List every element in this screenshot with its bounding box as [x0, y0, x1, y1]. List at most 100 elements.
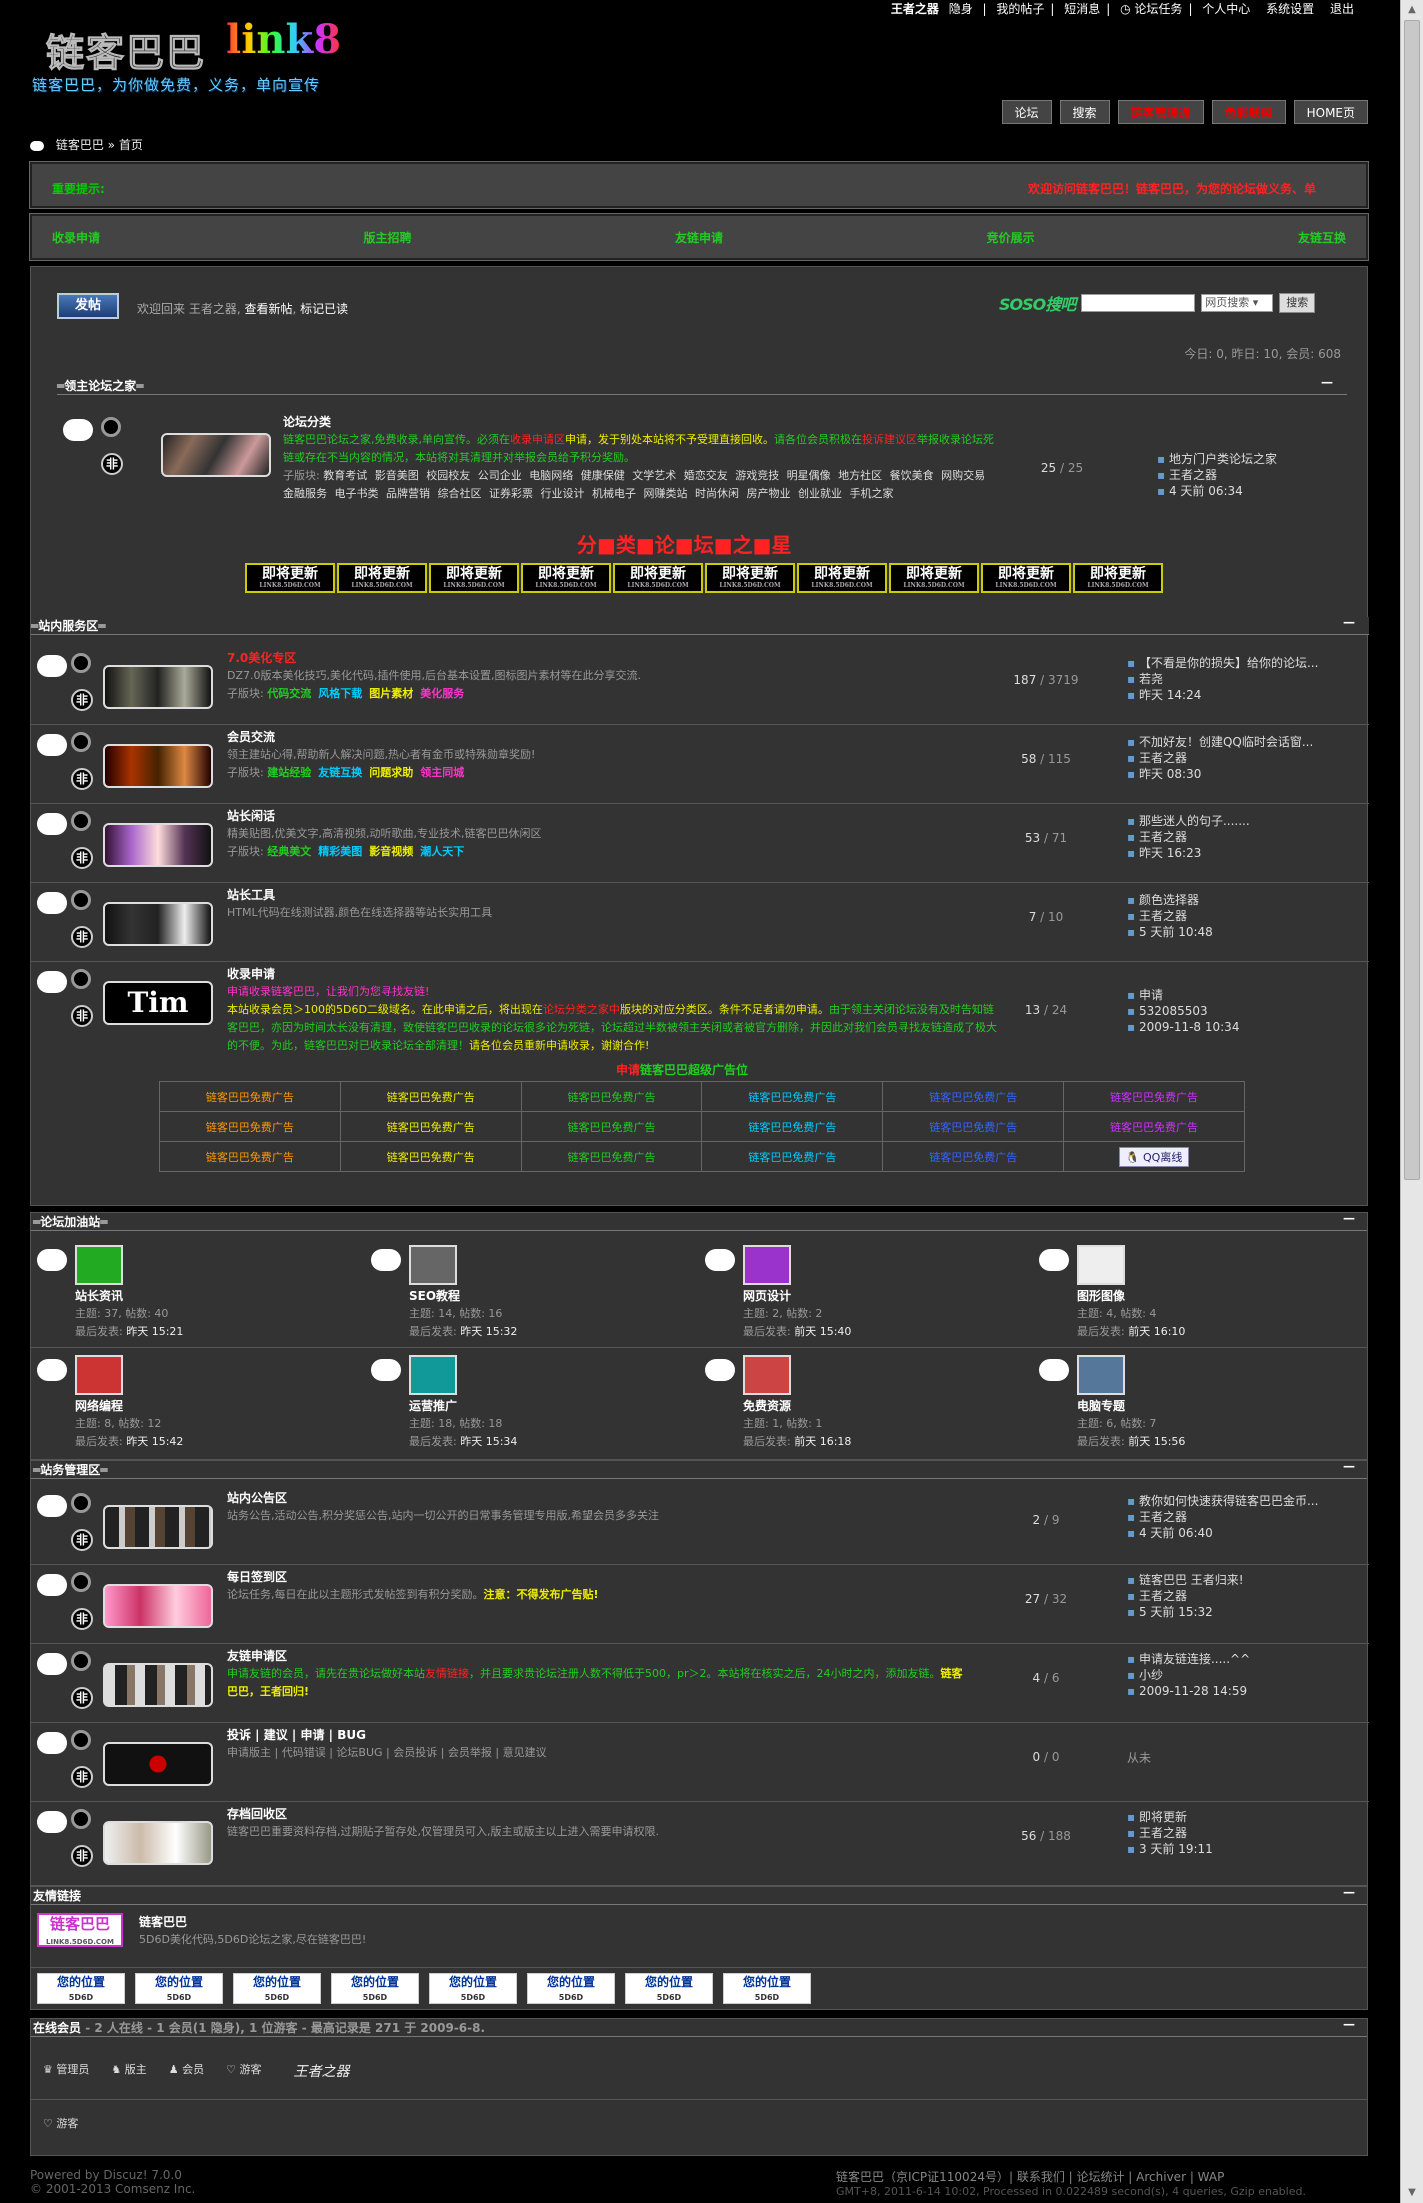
coming-banner[interactable]: 即将更新 LINK8.5D6D.COM [613, 563, 703, 593]
quicklink-apply[interactable]: 收录申请 [52, 229, 100, 246]
friendlinks-header[interactable]: 友情链接 — [31, 1885, 1367, 1905]
forum-title[interactable]: 图形图像 [1077, 1287, 1125, 1304]
forum-title[interactable]: 电脑专题 [1077, 1397, 1125, 1414]
username-link[interactable]: 王者之器 [891, 2, 939, 16]
subforum-link[interactable]: 建站经验 [267, 766, 311, 779]
last-post-author[interactable]: 王者之器 [1127, 829, 1347, 845]
banner-slot[interactable]: 您的位置 5D6D [233, 1973, 321, 2004]
last-time[interactable]: 前天 15:56 [1128, 1435, 1185, 1448]
new-post-button[interactable]: 发帖 [57, 293, 119, 319]
rss-icon[interactable]: 非 [71, 1608, 93, 1630]
desc-e[interactable]: 投诉建议区 [862, 433, 917, 446]
ad-cell[interactable]: 链客巴巴免费广告 [882, 1081, 1065, 1112]
forum-thumb[interactable] [103, 823, 213, 867]
ad-cell[interactable]: 链客巴巴免费广告 [520, 1141, 703, 1172]
last-post-title[interactable]: 【不看是你的损失】给你的论坛... [1127, 655, 1347, 671]
ad-cell[interactable]: 链客巴巴免费广告 [701, 1081, 884, 1112]
forum-thumb[interactable] [1077, 1245, 1125, 1285]
forum-title[interactable]: 友链申请区 [227, 1647, 287, 1664]
subforum-link[interactable]: 代码交流 [267, 687, 311, 700]
forum-title[interactable]: 每日签到区 [227, 1568, 287, 1585]
ad-cell[interactable]: 链客巴巴免费广告 [1063, 1111, 1245, 1142]
forum-title[interactable]: 站长闲话 [227, 807, 275, 824]
last-time[interactable]: 前天 16:10 [1128, 1325, 1185, 1338]
last-post-title[interactable]: 不加好友！创建QQ临时会话窗... [1127, 734, 1347, 750]
last-time[interactable]: 前天 16:18 [794, 1435, 851, 1448]
rss-icon[interactable]: 非 [71, 926, 93, 948]
last-post-title[interactable]: 即将更新 [1127, 1809, 1347, 1825]
scroll-down-icon[interactable]: ▼ [1404, 2185, 1420, 2201]
tasks-link[interactable]: ◷ 论坛任务 [1120, 2, 1182, 16]
subforum-link[interactable]: 潮人天下 [420, 845, 464, 858]
profile-link[interactable]: 个人中心 [1202, 2, 1250, 16]
category-header[interactable]: ═站内服务区═ — [31, 615, 1369, 635]
quicklink-exchange[interactable]: 友链互换 [1298, 229, 1346, 246]
desc-b[interactable]: 收录申请区 [510, 433, 565, 446]
forum-thumb[interactable] [103, 1821, 213, 1865]
subforum-link[interactable]: 风格下载 [318, 687, 362, 700]
ad-cell[interactable]: 链客巴巴免费广告 [882, 1111, 1065, 1142]
forum-thumb[interactable] [103, 1663, 213, 1707]
powered-by[interactable]: Powered by Discuz! 7.0.0 [30, 2168, 195, 2182]
forum-thumb[interactable] [103, 1742, 213, 1786]
forum-title[interactable]: 运营推广 [409, 1397, 457, 1414]
collapse-icon[interactable]: — [1343, 1211, 1355, 1225]
collapse-icon[interactable]: — [1343, 1459, 1355, 1473]
quicklink-moderator[interactable]: 版主招聘 [363, 229, 411, 246]
ad-cell[interactable]: 链客巴巴免费广告 [339, 1081, 522, 1112]
banner-slot[interactable]: 您的位置 5D6D [527, 1973, 615, 2004]
forum-title[interactable]: 收录申请 [227, 965, 275, 982]
ad-cell[interactable]: 链客巴巴免费广告 [339, 1111, 522, 1142]
forum-thumb[interactable] [1077, 1355, 1125, 1395]
forum-title[interactable]: 投诉 | 建议 | 申请 | BUG [227, 1726, 366, 1743]
forum-title[interactable]: 网络编程 [75, 1397, 123, 1414]
last-post-title[interactable]: 申请 [1127, 987, 1347, 1003]
last-time[interactable]: 昨天 15:21 [126, 1325, 183, 1338]
forum-thumb[interactable] [409, 1355, 457, 1395]
ad-cell[interactable]: 链客巴巴免费广告 [1063, 1081, 1245, 1112]
forum-thumb[interactable] [103, 902, 213, 946]
forum-title[interactable]: 站长资讯 [75, 1287, 123, 1304]
nav-admin[interactable]: 链客管理通 [1117, 100, 1204, 124]
coming-banner[interactable]: 即将更新 LINK8.5D6D.COM [245, 563, 335, 593]
search-button[interactable]: 搜索 [1279, 293, 1316, 313]
forum-thumb[interactable] [103, 744, 213, 788]
last-time[interactable]: 昨天 15:34 [460, 1435, 517, 1448]
last-post-author[interactable]: 王者之器 [1127, 908, 1347, 924]
search-type-select[interactable]: 网页搜索 ▾ [1201, 294, 1274, 312]
rss-icon[interactable]: 非 [101, 453, 123, 475]
subforum-link[interactable]: 经典美文 [267, 845, 311, 858]
qq-offline-button[interactable]: 🐧 QQ离线 [1118, 1146, 1190, 1167]
ad-cell[interactable]: 链客巴巴免费广告 [520, 1081, 703, 1112]
last-time[interactable]: 前天 15:40 [794, 1325, 851, 1338]
crumb-site[interactable]: 链客巴巴 [56, 138, 104, 152]
forum-thumb[interactable] [75, 1245, 123, 1285]
coming-banner[interactable]: 即将更新 LINK8.5D6D.COM [889, 563, 979, 593]
category-header[interactable]: ═站务管理区═ — [31, 1459, 1367, 1479]
collapse-icon[interactable]: — [1343, 1885, 1355, 1899]
friendlink-logo[interactable]: 链客巴巴 LINK8.5D6D.COM [37, 1913, 123, 1947]
ad-cell[interactable]: 链客巴巴免费广告 [882, 1141, 1065, 1172]
welcome-user[interactable]: 王者之器, [189, 302, 241, 316]
ad-cell[interactable]: 链客巴巴免费广告 [159, 1111, 341, 1142]
invisible-link[interactable]: 隐身 [949, 2, 973, 16]
banner-slot[interactable]: 您的位置 5D6D [429, 1973, 517, 2004]
coming-banner[interactable]: 即将更新 LINK8.5D6D.COM [705, 563, 795, 593]
subforum-link[interactable]: 影音视频 [369, 845, 413, 858]
last-post-title[interactable]: 那些迷人的句子....... [1127, 813, 1347, 829]
coming-banner[interactable]: 即将更新 LINK8.5D6D.COM [521, 563, 611, 593]
banner-slot[interactable]: 您的位置 5D6D [331, 1973, 419, 2004]
last-post-title[interactable]: 颜色选择器 [1127, 892, 1347, 908]
forum-thumb[interactable] [409, 1245, 457, 1285]
last-post-author[interactable]: 王者之器 [1157, 467, 1377, 483]
coming-banner[interactable]: 即将更新 LINK8.5D6D.COM [1073, 563, 1163, 593]
desc-b[interactable]: 友情链接 [425, 1667, 469, 1680]
rss-icon[interactable]: 非 [71, 1845, 93, 1867]
rss-icon[interactable]: 非 [71, 1005, 93, 1027]
my-posts-link[interactable]: 我的帖子 [996, 2, 1044, 16]
collapse-icon[interactable]: — [1343, 2017, 1355, 2031]
site-logo[interactable]: 链客巴巴 link8 链客巴巴，为你做免费，义务，单向宣传 [32, 16, 366, 100]
forum-thumb[interactable] [103, 1584, 213, 1628]
quicklink-friendlink[interactable]: 友链申请 [675, 229, 723, 246]
subforum-list[interactable]: 教育考试 影音美图 校园校友 公司企业 电脑网络 健康保健 文学艺术 婚恋交友 … [283, 469, 985, 500]
